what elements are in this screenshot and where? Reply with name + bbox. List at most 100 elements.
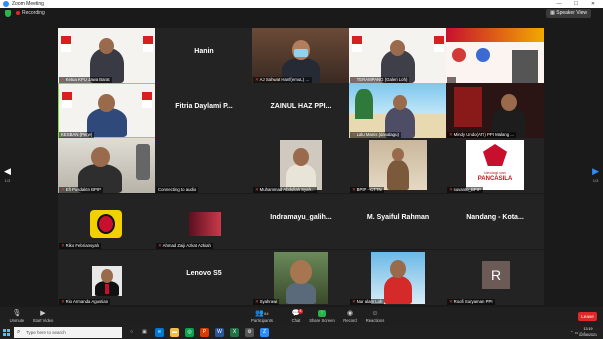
flag-decoration (142, 92, 152, 108)
meeting-stage: Recording Speaker View ◀ 1/3 ▶ 1/3 ✕Ketu… (0, 8, 603, 307)
logo-emblem (97, 214, 115, 234)
participant-name: Lenovo S5 (186, 270, 222, 277)
taskbar-search-box[interactable]: ⌕ Type here to search (14, 327, 122, 338)
participant-avatar-image (92, 266, 122, 296)
participant-name: ✕Rio Armanda Agustian (59, 299, 111, 305)
muted-mic-icon: ✕ (449, 299, 453, 304)
participant-tile[interactable]: Hanin (155, 28, 253, 83)
maximize-button[interactable]: ☐ (570, 0, 582, 8)
participant-tile[interactable]: ✕Nur alam Loh (349, 250, 447, 305)
participant-head (390, 260, 406, 278)
banner-decoration (454, 87, 482, 127)
participant-name: ✕Riko Febriansyah (59, 243, 102, 249)
zoom-taskbar-icon[interactable]: Z (260, 328, 269, 337)
participant-head (91, 147, 110, 167)
window-title-bar: Zoom Meeting — ☐ ✕ (0, 0, 603, 8)
file-explorer-icon[interactable]: ▬ (170, 328, 179, 337)
muted-mic-icon: ✕ (449, 132, 453, 137)
participant-video (369, 140, 427, 190)
participant-tile[interactable]: ✕Lalu Manis (dasalagu) (349, 83, 447, 138)
clock-date: 02/06/2021 (579, 332, 597, 337)
close-button[interactable]: ✕ (587, 0, 599, 8)
participant-tile[interactable]: ✕Syahrawi (252, 250, 350, 305)
muted-mic-icon: ✕ (352, 132, 356, 137)
participant-tile[interactable]: ✕Riko Febriansyah (58, 194, 156, 249)
chrome-icon[interactable]: ◎ (185, 328, 194, 337)
page-indicator-left: 1/3 (4, 178, 11, 183)
participant-figure (286, 282, 316, 304)
tie (105, 284, 109, 294)
participant-tile[interactable]: Ideologi dan PANCASILA ✕suvanto_BPIP (446, 138, 544, 193)
participant-head (393, 95, 407, 110)
flag-decoration (352, 36, 362, 52)
face-mask (294, 49, 308, 57)
word-icon[interactable]: W (215, 328, 224, 337)
participant-tile[interactable]: ✕Rio Armanda Agustian (58, 250, 156, 305)
participant-tile[interactable]: ✕BPIP - CTTN (349, 138, 447, 193)
chevron-left-icon: ◀ (4, 166, 11, 176)
participant-tile[interactable]: ✕Ahmad Zaiji Azkat Azkiah (155, 194, 253, 249)
participant-head (390, 40, 405, 56)
participant-tile[interactable]: Indramayu_galih... (252, 194, 350, 249)
participant-tile[interactable]: Connecting to audio (155, 138, 253, 193)
participants-count: 84 (264, 311, 269, 316)
participant-name: ✕Nur alam Loh (350, 299, 385, 305)
previous-page-button[interactable]: ◀ 1/3 (4, 166, 11, 183)
participants-button[interactable]: 👥84 Participants (245, 309, 279, 324)
participant-tile[interactable]: ✕Muhammad Abdullah Syah... (252, 138, 350, 193)
participant-tile[interactable]: R ✕Roofi Suryaman PPI (446, 250, 544, 305)
participant-tile[interactable]: ✕AJ Sahwat Hanf(emuL) … (252, 28, 350, 83)
participant-tile[interactable]: ✕Mindy Undo(ATI) PPI Malang ... (446, 83, 544, 138)
participant-tile[interactable]: Lenovo S5 (155, 250, 253, 305)
leave-button[interactable]: Leave (578, 312, 597, 321)
chevron-right-icon: ▶ (592, 166, 599, 176)
muted-mic-icon: ✕ (61, 299, 65, 304)
participant-name: M. Syaiful Rahman (366, 214, 430, 221)
participant-tile[interactable]: ZAINUL HAZ PPI... (252, 83, 350, 138)
next-page-button[interactable]: ▶ 1/3 (592, 166, 599, 183)
participant-tile[interactable]: Fitria Daylami P... (155, 83, 253, 138)
taskbar-clock[interactable]: 13:19 02/06/2021 (577, 327, 599, 338)
muted-mic-icon: ✕ (255, 77, 259, 82)
participant-video (446, 28, 544, 83)
participant-name: Nandang - Kota... (466, 214, 524, 221)
participant-figure (512, 50, 538, 83)
record-dot-icon (16, 10, 20, 15)
participant-name: ✕Eft Pusdaktn BPIP (59, 187, 103, 193)
participants-icon: 👥84 (255, 310, 269, 317)
participant-avatar-image (90, 210, 122, 238)
participant-video (274, 252, 328, 304)
background-object (136, 144, 150, 180)
security-shield-icon[interactable] (5, 10, 11, 17)
reactions-smiley-icon: ☺ (371, 310, 379, 317)
participant-tile[interactable]: M. Syaiful Rahman (349, 194, 447, 249)
cortana-icon[interactable]: ○ (127, 328, 136, 337)
participant-video (446, 83, 544, 138)
powerpoint-icon[interactable]: P (200, 328, 209, 337)
speaker-view-button[interactable]: Speaker View (546, 9, 591, 18)
settings-gear-icon[interactable]: ⚙ (245, 328, 254, 337)
task-view-icon[interactable]: ▣ (140, 328, 149, 337)
reactions-label: Reactions (365, 318, 385, 323)
participant-name: ✕suvanto_BPIP (447, 187, 483, 193)
minimize-button[interactable]: — (553, 0, 565, 8)
video-camera-off-icon: ▶ (40, 310, 46, 317)
muted-mic-icon: ✕ (449, 187, 453, 192)
participant-tile[interactable]: ✕Ketua KPU Jawa Barat (58, 28, 156, 83)
edge-browser-icon[interactable]: e (155, 328, 164, 337)
windows-start-icon[interactable] (3, 329, 10, 336)
participant-tile-active-speaker[interactable]: KESBAN (Perw) (58, 83, 156, 138)
recording-label: Recording (22, 10, 45, 16)
excel-icon[interactable]: X (230, 328, 239, 337)
participant-tile[interactable]: ✕TERAMPANG (Galeri Loh) (349, 28, 447, 83)
start-video-button[interactable]: ▶ Start Video (26, 309, 60, 324)
muted-mic-icon: ✕ (352, 187, 356, 192)
muted-mic-icon: ✕ (61, 187, 65, 192)
reactions-button[interactable]: ☺ Reactions (358, 309, 392, 324)
participant-tile[interactable]: ✕ (446, 28, 544, 83)
muted-mic-icon: ✕ (255, 299, 259, 304)
meeting-toolbar: 🎙 Unmute ▶ Start Video 👥84 Participants … (0, 307, 603, 326)
participant-tile[interactable]: Nandang - Kota... (446, 194, 544, 249)
participant-tile[interactable]: ✕Eft Pusdaktn BPIP (58, 138, 156, 193)
muted-mic-icon: ✕ (449, 77, 453, 82)
